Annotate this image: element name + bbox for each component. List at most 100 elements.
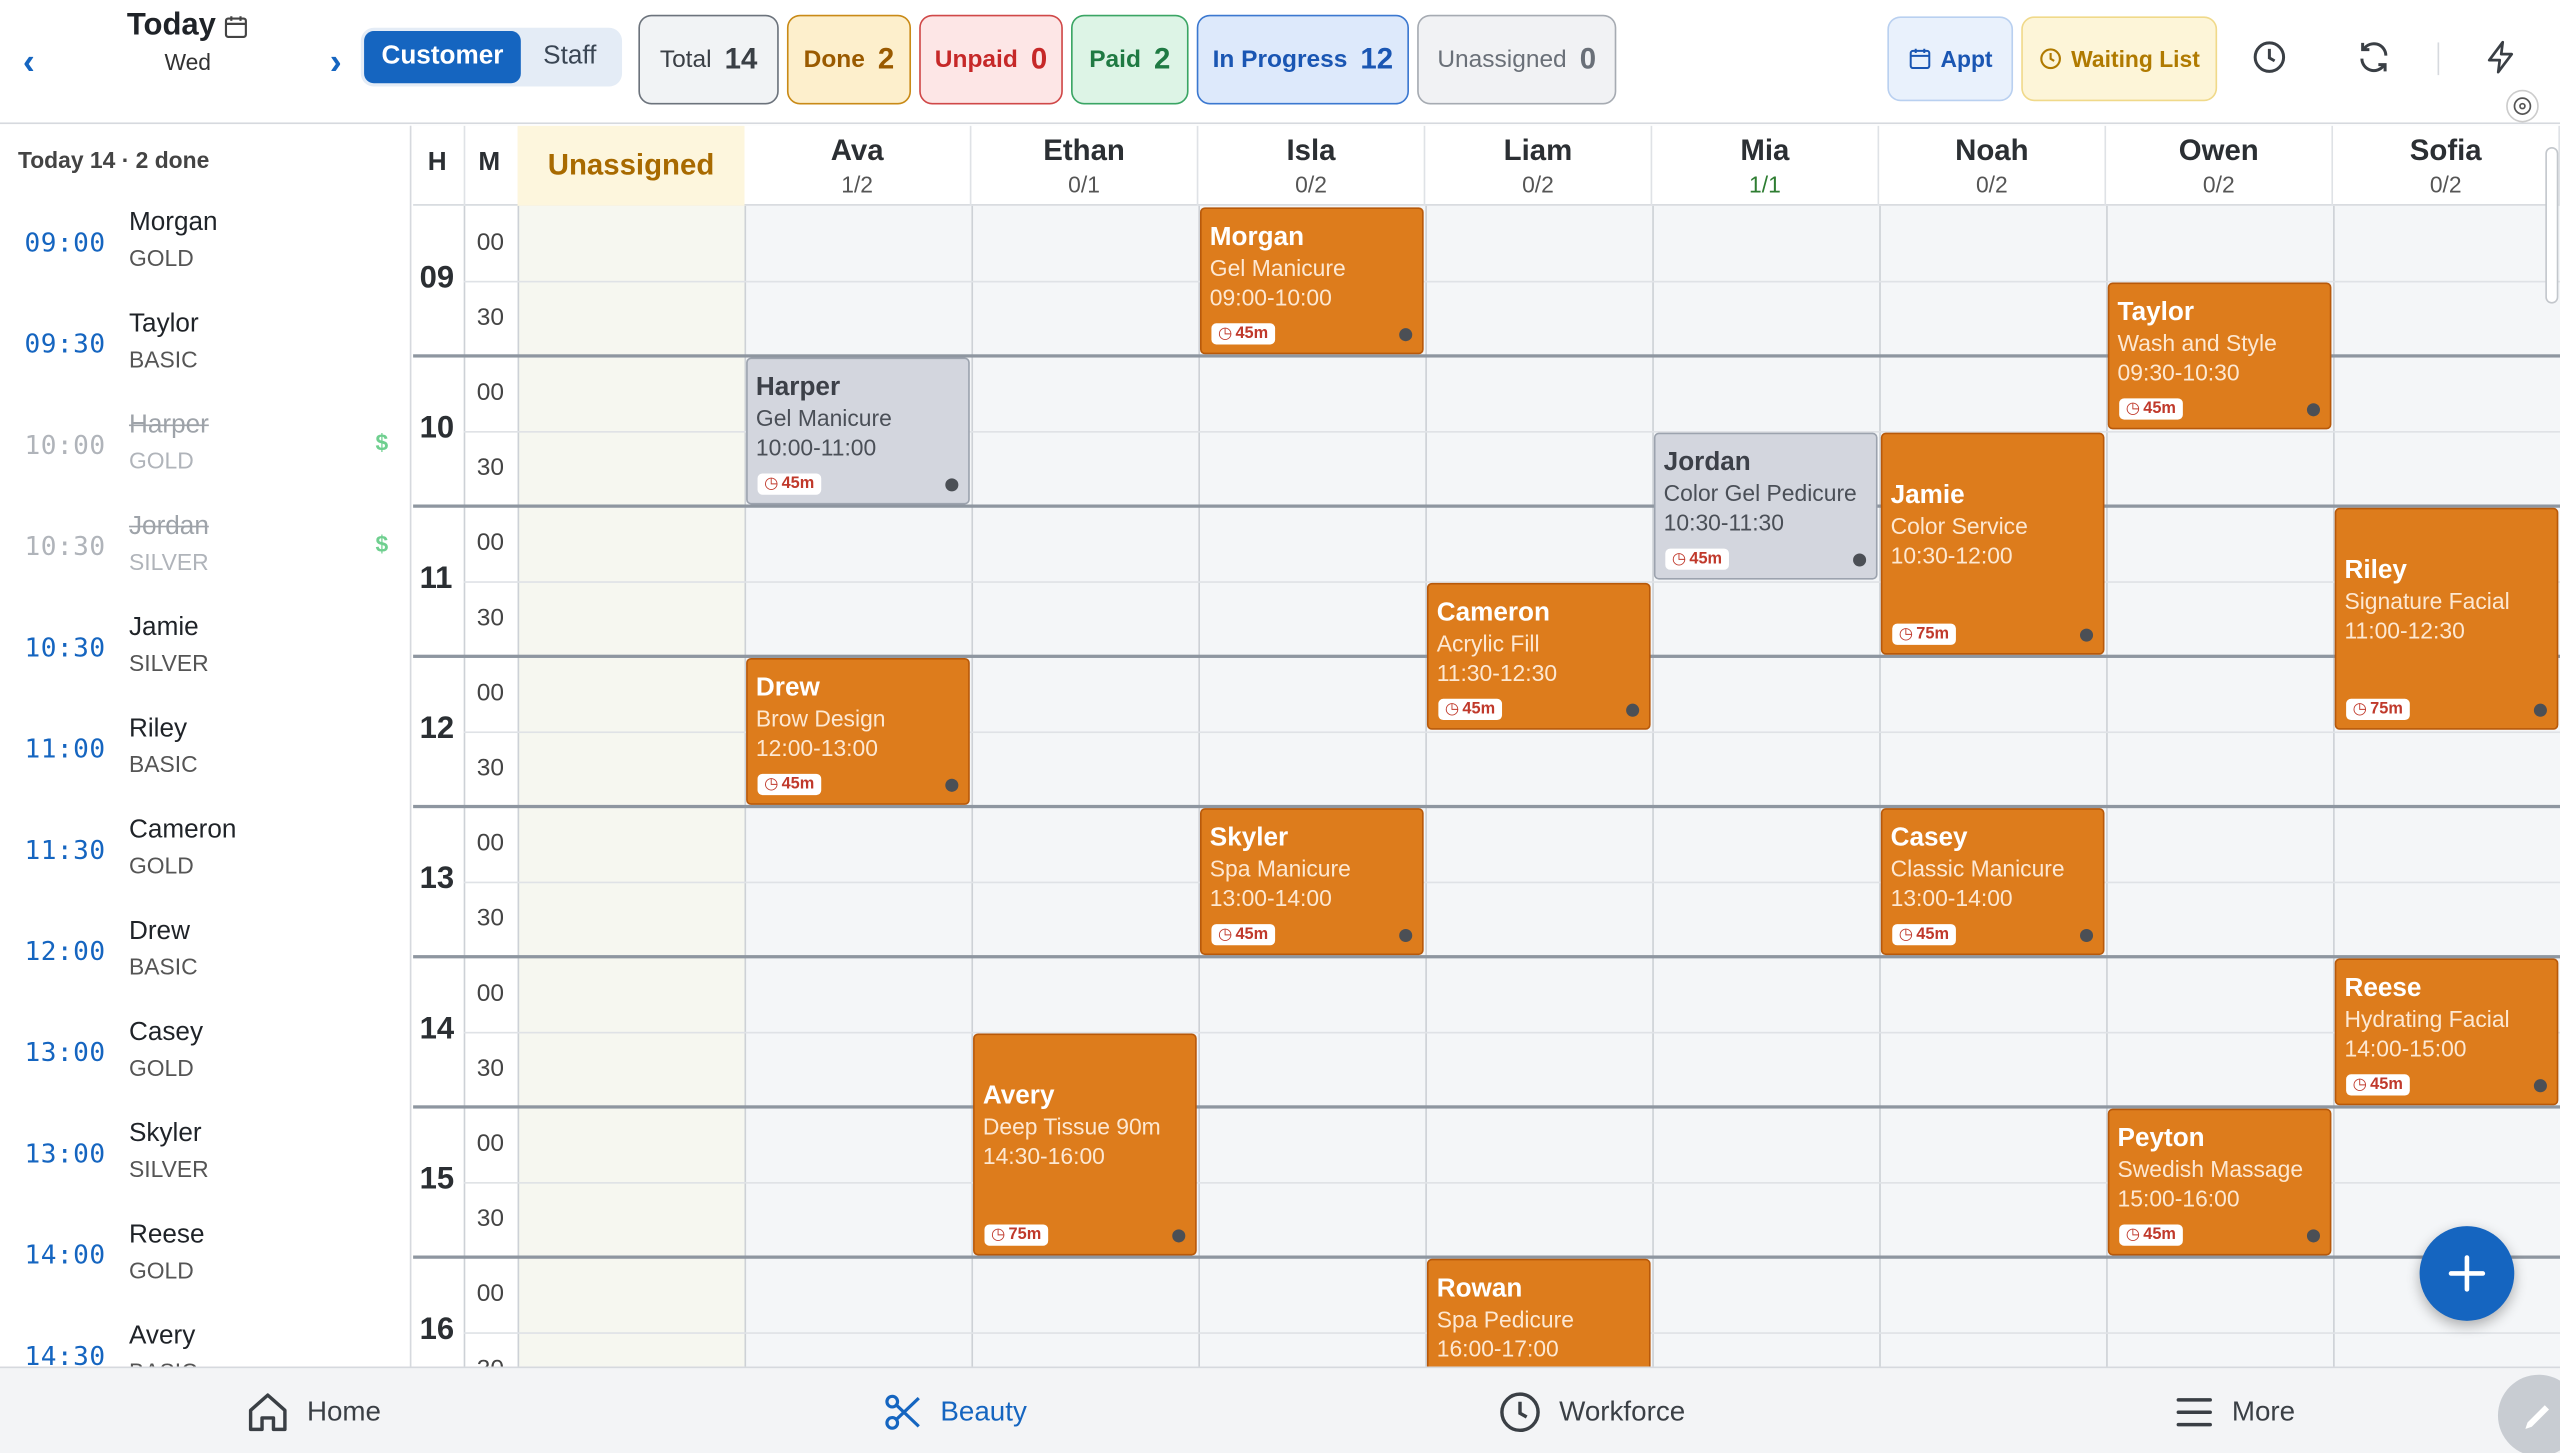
staff-column-header[interactable]: Isla 0/2: [1198, 125, 1426, 206]
appointment-card[interactable]: Peyton Swedish Massage 15:00-16:00 ◷ 45m: [2107, 1108, 2332, 1256]
duration-text: 45m: [781, 775, 815, 794]
nav-more-label: More: [2231, 1395, 2296, 1427]
customer-list-item[interactable]: 14:00 Reese GOLD: [0, 1208, 410, 1309]
waiting-list-button[interactable]: Waiting List: [2021, 16, 2218, 102]
appointment-card[interactable]: Casey Classic Manicure 13:00-14:00 ◷ 45m: [1880, 808, 2105, 956]
staff-column-header[interactable]: Noah 0/2: [1879, 125, 2107, 206]
customer-list-item[interactable]: 14:30 Avery BASIC: [0, 1309, 410, 1366]
staff-column-header[interactable]: Mia 1/1: [1652, 125, 1880, 206]
customer-tier: BASIC: [129, 1358, 198, 1366]
clock-icon: [1500, 1391, 1540, 1432]
appointment-client: Taylor: [2117, 298, 2195, 327]
appointment-card[interactable]: Jordan Color Gel Pedicure 10:30-11:30 ◷ 45m: [1653, 432, 1878, 580]
appointment-content: Drew Brow Design 12:00-13:00: [756, 673, 960, 763]
customer-name: Jamie: [128, 613, 199, 642]
appointment-card[interactable]: Cameron Acrylic Fill 11:30-12:30 ◷ 45m: [1426, 582, 1651, 730]
appointment-card[interactable]: Morgan Gel Manicure 09:00-10:00 ◷ 45m: [1199, 207, 1424, 355]
nav-home[interactable]: Home: [245, 1368, 381, 1453]
appointment-content: Casey Classic Manicure 13:00-14:00: [1891, 823, 2095, 913]
unpaid-filter[interactable]: Unpaid 0: [919, 14, 1063, 105]
appointment-time: 12:00-13:00: [755, 734, 878, 761]
pencil-icon: [2525, 1405, 2550, 1429]
paid-icon: $: [375, 530, 389, 557]
nav-workforce[interactable]: Workforce: [1497, 1368, 1685, 1453]
customer-list-item[interactable]: 11:30 Cameron GOLD: [0, 803, 410, 904]
appt-button[interactable]: Appt: [1887, 16, 2014, 102]
staff-tab[interactable]: Staff: [521, 31, 619, 83]
staff-column-header[interactable]: Liam 0/2: [1425, 125, 1653, 206]
appointment-card[interactable]: Skyler Spa Manicure 13:00-14:00 ◷ 45m: [1199, 808, 1424, 956]
duration-badge: ◷ 45m: [2346, 1074, 2410, 1096]
add-appointment-button[interactable]: [2419, 1226, 2515, 1321]
timer-icon: ◷: [991, 1226, 1006, 1245]
appointment-service: Color Service: [1890, 512, 2028, 539]
minute-label: 30: [476, 754, 504, 783]
appointment-card[interactable]: Jamie Color Service 10:30-12:00 ◷ 75m: [1880, 432, 2105, 655]
paid-filter[interactable]: Paid 2: [1071, 14, 1189, 105]
status-dot: [2533, 703, 2547, 717]
appointment-content: Avery Deep Tissue 90m 14:30-16:00: [983, 1081, 1187, 1171]
customer-list-item[interactable]: 13:00 Casey GOLD: [0, 1006, 410, 1107]
customer-list-item[interactable]: 09:00 Morgan GOLD: [0, 196, 410, 297]
appointment-card[interactable]: Riley Signature Facial 11:00-12:30 ◷ 75m: [2334, 507, 2559, 730]
customer-list-item[interactable]: 12:00 Drew BASIC: [0, 904, 410, 1005]
appointment-time: 14:00-15:00: [2344, 1035, 2467, 1062]
customer-list-item[interactable]: 13:00 Skyler SILVER: [0, 1107, 410, 1208]
unassigned-column[interactable]: [517, 205, 745, 1367]
customer-list-item[interactable]: 10:00 Harper GOLD $: [0, 398, 410, 499]
customer-list-item[interactable]: 10:30 Jamie SILVER: [0, 601, 410, 702]
staff-column-header[interactable]: Owen 0/2: [2106, 125, 2334, 206]
appointment-card[interactable]: Reese Hydrating Facial 14:00-15:00 ◷ 45m: [2334, 958, 2559, 1106]
customer-time: 11:00: [24, 733, 106, 765]
in-progress-label: In Progress: [1212, 45, 1348, 74]
status-dot: [2079, 628, 2094, 642]
staff-column-header[interactable]: Sofia 0/2: [2333, 125, 2560, 206]
customer-list-item[interactable]: 11:00 Riley BASIC: [0, 702, 410, 803]
appointment-card[interactable]: Harper Gel Manicure 10:00-11:00 ◷ 45m: [746, 357, 970, 505]
next-day-button[interactable]: ›: [330, 39, 342, 85]
unassigned-column-header[interactable]: Unassigned: [517, 125, 745, 206]
appointment-card[interactable]: Avery Deep Tissue 90m 14:30-16:00 ◷ 75m: [973, 1033, 1197, 1256]
nav-beauty[interactable]: Beauty: [882, 1368, 1027, 1453]
staff-column-header[interactable]: Ava 1/2: [744, 125, 972, 206]
appointment-card[interactable]: Rowan Spa Pedicure 16:00-17:00: [1426, 1258, 1651, 1367]
staff-name: Mia: [1740, 133, 1790, 167]
customer-time: 09:00: [24, 226, 106, 258]
help-button[interactable]: [2506, 89, 2539, 123]
appointment-content: Morgan Gel Manicure 09:00-10:00: [1210, 222, 1414, 312]
nav-more[interactable]: More: [2173, 1368, 2295, 1453]
appointment-client: Jamie: [1890, 481, 1965, 510]
scrollbar[interactable]: [2545, 146, 2559, 304]
appointment-card[interactable]: Drew Brow Design 12:00-13:00 ◷ 45m: [746, 657, 970, 805]
staff-column-header[interactable]: Ethan 0/1: [971, 125, 1199, 206]
duration-badge: ◷ 75m: [1892, 623, 1956, 645]
customer-time: 13:00: [24, 1036, 106, 1068]
appointment-service: Swedish Massage: [2117, 1155, 2304, 1183]
duration-text: 45m: [781, 475, 815, 494]
prev-day-button[interactable]: ‹: [23, 39, 35, 85]
customer-tier: SILVER: [128, 1155, 209, 1183]
customer-list-item[interactable]: 10:30 Jordan SILVER $: [0, 500, 410, 601]
status-dot: [945, 478, 959, 492]
appointment-time: 10:30-11:30: [1663, 509, 1785, 536]
minute-label: 30: [477, 1355, 504, 1366]
date-block[interactable]: Today Wed: [114, 8, 261, 75]
done-filter[interactable]: Done 2: [786, 14, 912, 105]
appointment-time: 16:00-17:00: [1436, 1335, 1559, 1362]
appointment-client: Jordan: [1663, 448, 1751, 477]
status-dot: [2533, 1079, 2547, 1093]
appointment-time: 11:30-12:30: [1436, 659, 1558, 686]
history-button[interactable]: [2248, 36, 2290, 78]
appointment-card[interactable]: Taylor Wash and Style 09:30-10:30 ◷ 45m: [2107, 282, 2332, 430]
refresh-button[interactable]: [2353, 36, 2395, 78]
unassigned-filter[interactable]: Unassigned 0: [1417, 14, 1617, 105]
total-filter[interactable]: Total 14: [638, 14, 779, 105]
minute-label: 00: [476, 679, 504, 707]
quick-action-button[interactable]: [2480, 36, 2522, 78]
appointment-service: Gel Manicure: [755, 404, 892, 432]
in-progress-filter[interactable]: In Progress 12: [1196, 14, 1409, 105]
customer-list-item[interactable]: 09:30 Taylor BASIC: [0, 297, 410, 398]
home-icon: [248, 1392, 287, 1431]
appointment-content: Harper Gel Manicure 10:00-11:00: [756, 372, 960, 462]
customer-tab[interactable]: Customer: [364, 31, 521, 84]
